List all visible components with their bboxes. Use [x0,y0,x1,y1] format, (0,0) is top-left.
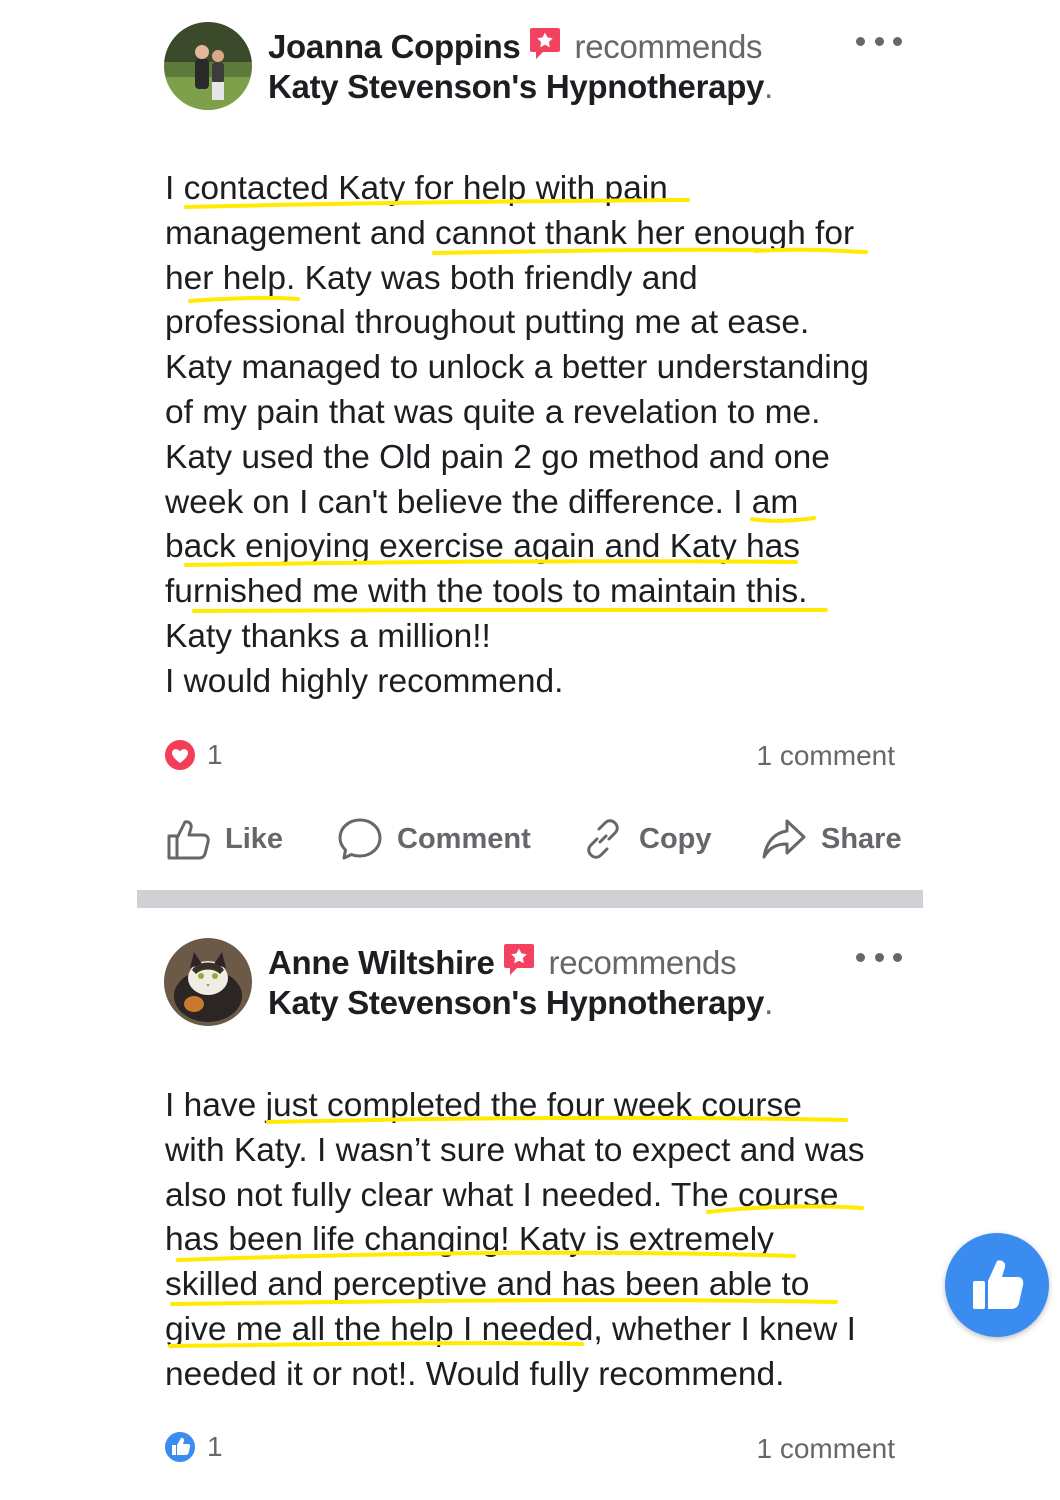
recommend-badge-icon [529,26,561,68]
page-name-line: Katy Stevenson's Hypnotherapy. [268,68,773,106]
heart-reaction-icon [163,738,197,772]
speech-bubble-icon [338,818,382,860]
copy-link-button[interactable]: Copy [581,814,712,864]
review-text-line: week on I can't believe the difference. … [165,483,799,521]
post-header: Anne Wiltshire recommends [268,942,737,984]
review-text-line: give me all the help I needed, whether I… [165,1310,856,1348]
share-button[interactable]: Share [761,814,902,864]
review-post: Joanna Coppins recommends Katy Stevenson… [0,0,1060,890]
thumbs-up-icon [973,1260,1024,1309]
link-icon [587,819,619,859]
review-text-line: Katy managed to unlock a better understa… [165,349,869,387]
review-text-line: of my pain that was quite a revelation t… [165,393,821,431]
page-name-period: . [764,984,773,1021]
review-text-line: skilled and perceptive and has been able… [165,1266,810,1304]
review-text-line: with Katy. I wasn’t sure what to expect … [165,1131,865,1169]
review-text-line: professional throughout putting me at ea… [165,304,810,342]
review-text-line: I contacted Katy for help with pain [165,170,668,207]
more-options-icon[interactable] [856,950,902,964]
reaction-summary[interactable]: 1 [163,1430,223,1464]
review-text-line: also not fully clear what I needed. The … [165,1176,839,1214]
post-actions: Like Comment Copy Share [165,814,902,864]
review-text-line: I would highly recommend. [165,662,564,700]
comment-count[interactable]: 1 comment [757,740,896,772]
review-text-line: Katy thanks a million!! [165,617,491,655]
like-button[interactable]: Like [165,814,283,864]
author-avatar[interactable] [164,22,252,110]
review-post: Anne Wiltshire recommends Katy Stevenson… [0,908,1060,1500]
review-text-line: has been life changing! Katy is extremel… [165,1221,774,1259]
reaction-count: 1 [207,739,223,770]
review-text-line: her help. Katy was both friendly and [165,259,698,297]
author-name[interactable]: Joanna Coppins [268,28,521,66]
recommends-text: recommends [574,28,763,65]
like-label: Like [225,822,284,855]
comment-count[interactable]: 1 comment [757,1433,896,1465]
thumbs-up-icon [167,820,210,860]
page-name[interactable]: Katy Stevenson's Hypnotherapy [268,68,764,105]
page-name-period: . [764,68,773,105]
author-avatar[interactable] [164,938,252,1026]
post-divider [137,890,923,908]
page-name-line: Katy Stevenson's Hypnotherapy. [268,984,773,1022]
more-options-icon[interactable] [856,34,902,48]
recommends-text: recommends [548,944,737,981]
post-header: Joanna Coppins recommends [268,26,763,68]
comment-label: Comment [397,822,531,855]
review-text-line: management and cannot thank her enough f… [165,214,855,252]
copy-label: Copy [639,822,712,855]
like-reaction-icon [163,1430,197,1464]
reaction-count: 1 [207,1431,223,1462]
share-arrow-icon [762,819,806,859]
author-name[interactable]: Anne Wiltshire [268,944,495,982]
review-text-line: needed it or not!. Would fully recommend… [165,1355,785,1393]
review-text: I contacted Katy for help with pain mana… [165,167,925,705]
floating-like-button[interactable] [945,1233,1049,1337]
page-name[interactable]: Katy Stevenson's Hypnotherapy [268,984,764,1021]
reaction-summary[interactable]: 1 [163,738,223,772]
recommend-badge-icon [503,942,535,984]
review-text: I have just completed the four week cour… [165,1084,925,1398]
review-text-line: Katy used the Old pain 2 go method and o… [165,438,830,476]
review-text-line: furnished me with the tools to maintain … [165,573,808,611]
comment-button[interactable]: Comment [337,814,531,864]
share-label: Share [821,822,902,855]
review-text-line: I have just completed the four week cour… [165,1087,802,1124]
review-text-line: back enjoying exercise again and Katy ha… [165,528,801,566]
